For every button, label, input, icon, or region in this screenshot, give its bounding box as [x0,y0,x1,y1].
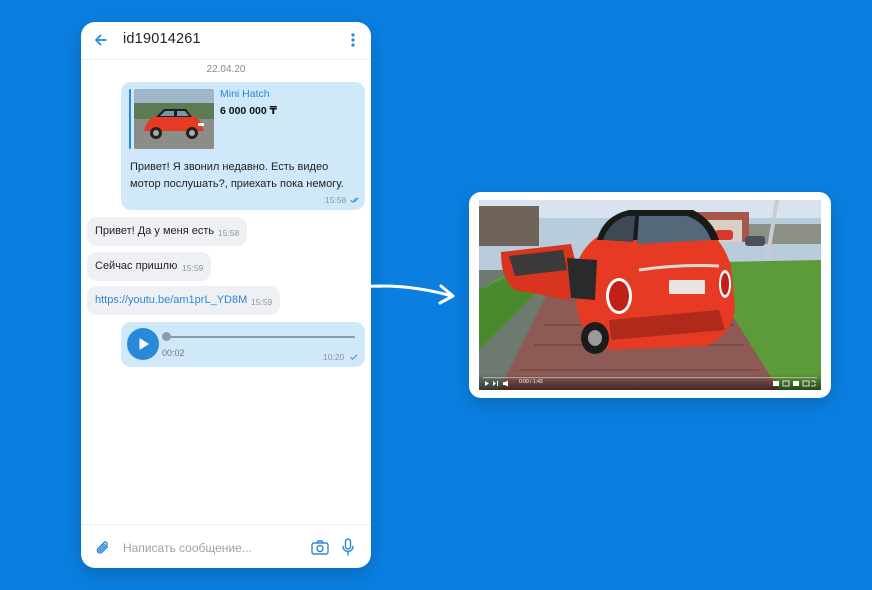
double-check-icon [350,197,359,203]
voice-play-button[interactable] [127,328,159,360]
outgoing-message[interactable]: Mini Hatch 6 000 000 ₸ Привет! Я звонил … [121,82,365,210]
chat-header: id19014261 [81,22,371,60]
ad-price: 6 000 000 ₸ [220,105,277,117]
message-text: Привет! Я звонил недавно. Есть видео мот… [130,161,344,190]
incoming-message[interactable]: https://youtu.be/am1prL_YD8M 15:59 [87,286,280,315]
message-time: 15:59 [251,297,273,307]
ad-title[interactable]: Mini Hatch [220,88,270,100]
incoming-message[interactable]: Привет! Да у меня есть 15:58 [87,217,247,246]
arrow-left-icon[interactable] [93,32,109,48]
microphone-icon[interactable] [342,538,354,556]
incoming-message[interactable]: Сейчас пришлю 15:59 [87,252,211,281]
paperclip-icon[interactable] [95,539,111,557]
message-text: Сейчас пришлю [95,260,178,272]
check-icon [350,354,358,360]
video-time-label: 0:00 / 1:43 [519,379,543,385]
chat-title: id19014261 [123,31,201,47]
video-preview-card: 0:00 / 1:43 [469,192,831,398]
message-time: 15:58 [218,228,240,238]
video-controls-bar[interactable]: 0:00 / 1:43 [479,374,821,390]
play-icon [139,338,149,350]
ad-thumbnail[interactable] [134,89,214,149]
message-time: 10:20 [323,352,345,362]
voice-progress-track[interactable] [165,336,355,338]
curved-arrow-icon [314,284,455,305]
camera-icon[interactable] [311,540,329,555]
voice-message[interactable]: 00:02 10:20 [121,322,365,367]
youtube-video-player[interactable]: 0:00 / 1:43 [479,200,821,390]
voice-duration: 00:02 [162,348,185,358]
message-text: Привет! Да у меня есть [95,225,215,237]
message-input[interactable] [123,538,293,558]
car-thumbnail-image [134,89,214,149]
message-time: 15:59 [182,263,204,273]
youtube-link[interactable]: https://youtu.be/am1prL_YD8M [95,294,247,306]
message-composer [81,524,371,568]
message-time: 15:58 [325,195,347,205]
more-vertical-icon[interactable] [349,32,357,48]
video-frame-image [479,200,821,390]
ad-quote-bar [129,89,131,149]
voice-progress-knob[interactable] [162,332,171,341]
date-separator: 22.04.20 [206,64,246,75]
